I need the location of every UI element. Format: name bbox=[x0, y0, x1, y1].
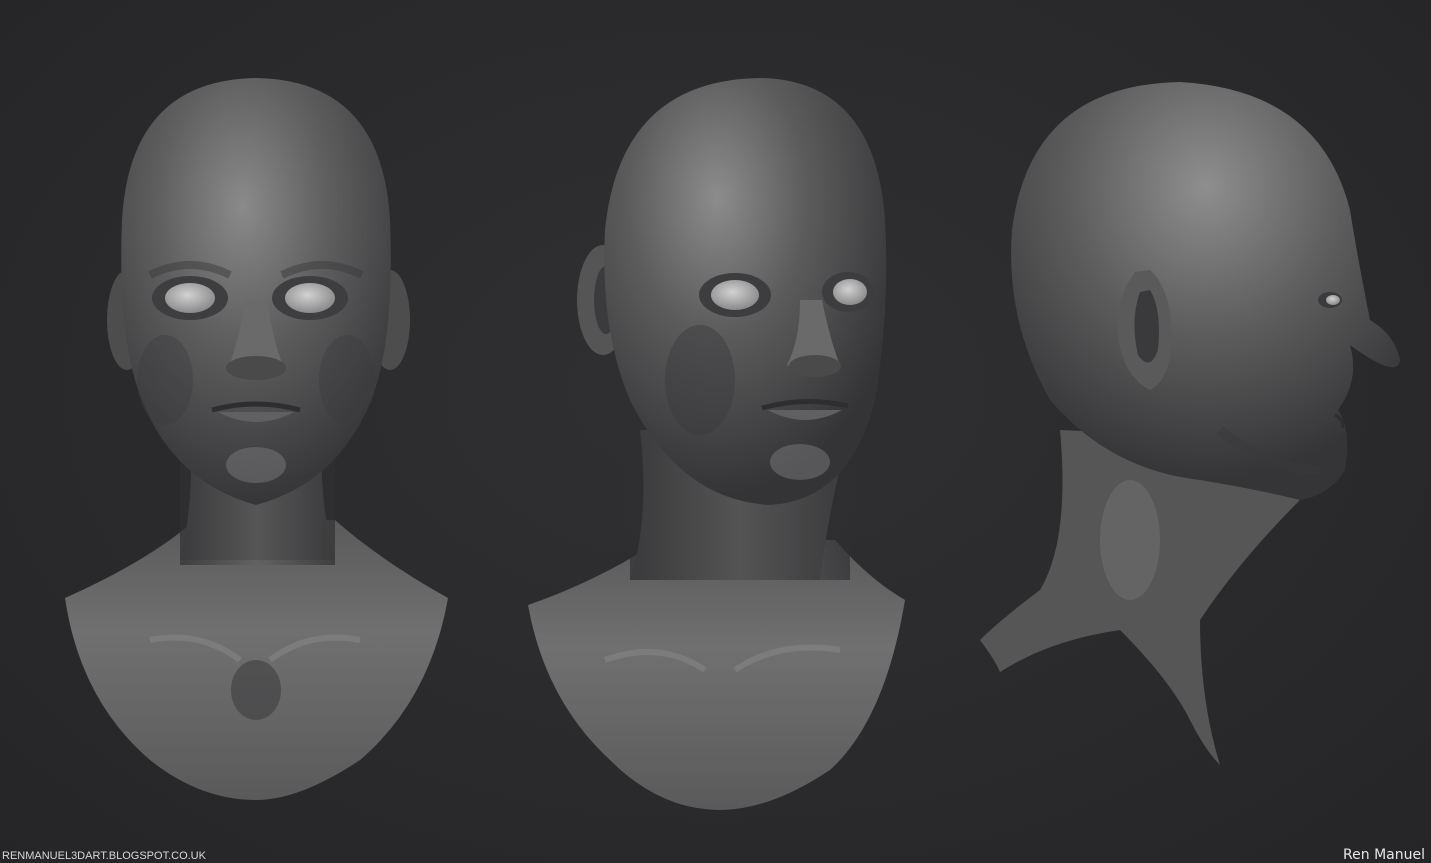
front-view-bust bbox=[65, 78, 448, 800]
three-quarter-view-bust bbox=[528, 78, 905, 810]
artist-signature: Ren Manuel bbox=[1343, 847, 1425, 863]
render-canvas: RENMANUEL3DART.BLOGSPOT.CO.UK Ren Manuel bbox=[0, 0, 1431, 863]
blog-url-watermark: RENMANUEL3DART.BLOGSPOT.CO.UK bbox=[2, 850, 206, 862]
side-profile-view-bust bbox=[980, 82, 1400, 765]
sculpt-render bbox=[65, 78, 1400, 810]
